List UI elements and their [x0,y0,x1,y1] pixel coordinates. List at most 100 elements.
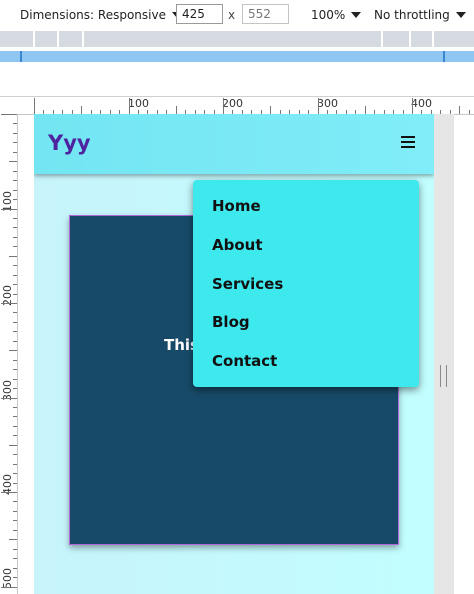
nav-item-contact[interactable]: Contact [212,352,277,370]
ruler-tick [13,529,17,531]
preset-divider [33,31,35,47]
ruler-tick [13,180,17,182]
ruler-tick [270,106,272,114]
zoom-label: 100% [311,8,346,22]
throttling-label: No throttling [374,8,450,22]
device-preset-bar[interactable] [0,31,474,47]
ruler-tick [13,312,17,314]
zoom-dropdown[interactable]: 100% [311,8,362,22]
media-query-bar[interactable] [0,51,474,62]
ruler-tick [13,293,17,295]
ruler-tick [128,98,130,114]
ruler-tick [364,106,366,114]
ruler-tick [13,274,17,276]
ruler-tick [13,359,17,361]
ruler-tick [13,454,17,456]
media-query-edge [443,51,445,62]
ruler-tick [468,110,470,114]
ruler-tick [9,255,17,257]
ruler-tick [9,161,17,163]
device-toolbar: Dimensions: Responsive 425 x 552 100% No… [0,0,474,30]
brand-logo[interactable]: Yyy [48,131,91,155]
ruler-tick [13,406,17,408]
caret-down-icon [351,12,362,18]
ruler-tick [13,331,17,333]
preset-divider [57,31,59,47]
ruler-tick [9,539,17,541]
ruler-tick [1,397,17,399]
ruler-tick [1,303,17,304]
dimensions-dropdown[interactable]: Dimensions: Responsive [20,8,182,22]
hamburger-icon[interactable] [401,136,415,148]
ruler-label: 300 [317,97,338,110]
nav-item-home[interactable]: Home [212,197,261,215]
viewport-resize-rail[interactable] [434,114,454,594]
preset-divider [381,31,383,47]
ruler-tick [175,106,177,114]
ruler-tick [13,227,17,229]
ruler-tick [223,98,224,114]
ruler-label: 400 [411,97,432,110]
ruler-tick [459,106,461,114]
ruler-tick [13,284,17,286]
dimension-separator: x [228,8,236,22]
ruler-tick [13,473,17,475]
dimensions-label: Dimensions: Responsive [20,8,166,22]
ruler-tick [13,378,17,380]
ruler-tick [13,321,17,323]
ruler-tick [13,132,17,134]
ruler-tick [13,482,17,484]
ruler-tick [81,106,83,114]
resize-handle[interactable] [440,365,447,387]
ruler-tick [13,416,17,418]
nav-item-blog[interactable]: Blog [212,313,250,331]
media-query-edge [20,51,22,62]
ruler-tick [9,444,17,446]
ruler-tick [1,114,17,115]
device-viewport: Yyy This Home About Services Blog Contac… [34,114,434,594]
horizontal-ruler: 100 200 300 400 [17,97,474,115]
ruler-tick [13,340,17,342]
height-input[interactable]: 552 [242,4,289,24]
ruler-tick [13,217,17,219]
ruler-tick [13,388,17,390]
ruler-tick [1,586,17,588]
caret-down-icon [455,12,466,18]
ruler-tick [13,558,17,560]
ruler-tick [13,577,17,579]
ruler-tick [13,246,17,248]
width-input[interactable]: 425 [176,4,223,24]
ruler-tick [13,151,17,153]
ruler-tick [13,236,17,238]
preset-divider [432,31,434,47]
ruler-tick [317,98,319,114]
preset-divider [82,31,84,47]
ruler-tick [13,123,17,125]
nav-item-about[interactable]: About [212,236,263,254]
ruler-label: 100 [128,97,149,110]
ruler-tick [13,501,17,503]
ruler-label: 200 [222,97,243,110]
ruler-tick [1,492,17,493]
ruler-tick [13,369,17,371]
ruler-tick [13,170,17,172]
ruler-tick [13,520,17,522]
ruler-tick [13,548,17,550]
throttling-dropdown[interactable]: No throttling [374,8,466,22]
ruler-tick [13,463,17,465]
ruler-tick [13,425,17,427]
ruler-tick [9,350,17,352]
ruler-tick [13,567,17,569]
preset-divider [409,31,411,47]
ruler-tick [34,98,35,114]
ruler-tick [412,98,413,114]
ruler-corner [0,97,17,114]
ruler-tick [13,510,17,512]
site-header: Yyy [34,114,434,174]
ruler-tick [13,435,17,437]
nav-dropdown-menu: Home About Services Blog Contact [193,180,419,387]
nav-item-services[interactable]: Services [212,275,283,293]
ruler-tick [13,189,17,191]
ruler-tick [1,208,17,210]
ruler-tick [13,142,17,144]
